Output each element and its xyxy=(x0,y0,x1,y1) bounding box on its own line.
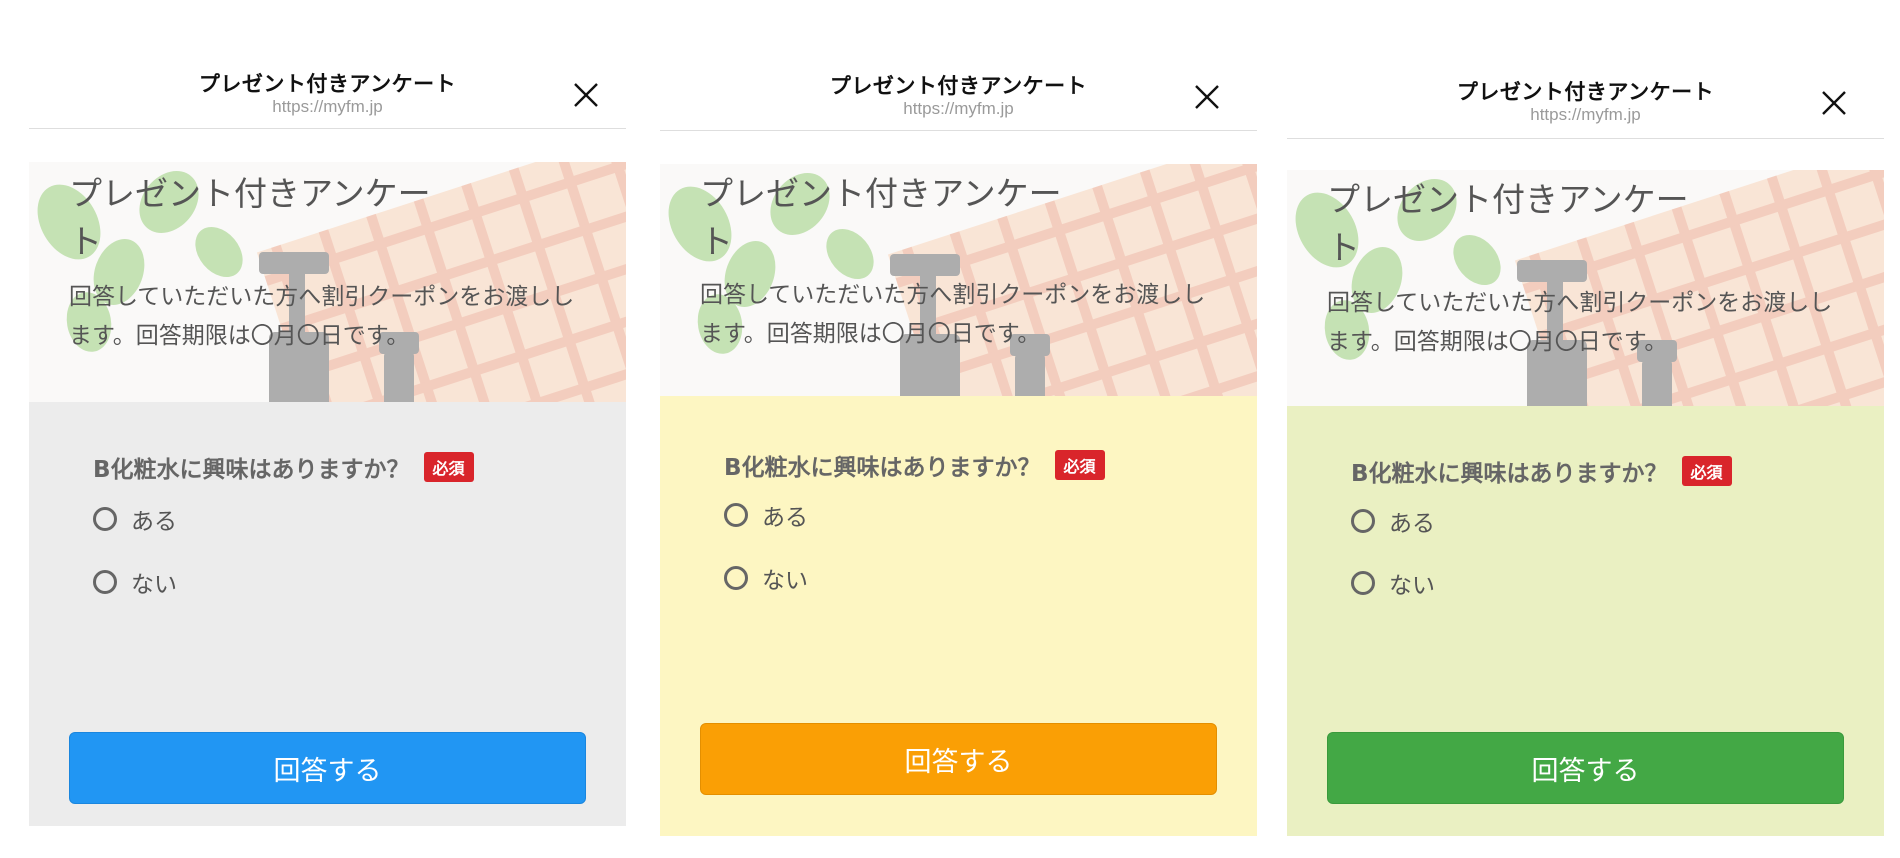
question-text: B化粧水に興味はありますか？ xyxy=(1351,461,1668,487)
option-aru[interactable]: ある xyxy=(724,498,808,532)
radio-icon[interactable] xyxy=(1351,509,1375,533)
hero-banner: プレゼント付きアンケー ト 回答していただいた方へ割引クーポンをお渡しします。回… xyxy=(660,164,1257,396)
question-label: B化粧水に興味はありますか？ 必須 xyxy=(724,448,1105,482)
close-icon[interactable] xyxy=(1192,82,1222,112)
modal-title: プレゼント付きアンケート xyxy=(829,74,1088,98)
radio-icon[interactable] xyxy=(93,570,117,594)
radio-icon[interactable] xyxy=(1351,571,1375,595)
hero-title: プレゼント付きアンケー ト xyxy=(1327,180,1689,267)
survey-panel-green: プレゼント付きアンケート https://myfm.jp プレゼント付きアンケー… xyxy=(1287,60,1884,836)
option-nai[interactable]: ない xyxy=(1351,566,1435,600)
question-text: B化粧水に興味はありますか？ xyxy=(93,457,410,483)
required-badge: 必須 xyxy=(1681,456,1732,486)
hero-banner: プレゼント付きアンケー ト 回答していただいた方へ割引クーポンをお渡しします。回… xyxy=(29,162,626,402)
submit-button[interactable]: 回答する xyxy=(700,723,1217,795)
modal-header: プレゼント付きアンケート https://myfm.jp xyxy=(29,52,626,134)
option-nai[interactable]: ない xyxy=(724,561,808,595)
option-nai[interactable]: ない xyxy=(93,565,177,599)
question-label: B化粧水に興味はありますか？ 必須 xyxy=(1351,454,1732,488)
modal-header: プレゼント付きアンケート https://myfm.jp xyxy=(1287,60,1884,142)
hero-description: 回答していただいた方へ割引クーポンをお渡しします。回答期限は〇月〇日です。 xyxy=(69,284,575,349)
hero-description: 回答していただいた方へ割引クーポンをお渡しします。回答期限は〇月〇日です。 xyxy=(700,282,1206,347)
radio-icon[interactable] xyxy=(724,503,748,527)
modal-header: プレゼント付きアンケート https://myfm.jp xyxy=(660,54,1257,136)
survey-panel-gray: プレゼント付きアンケート https://myfm.jp プレゼント付きアンケー… xyxy=(29,52,626,826)
radio-icon[interactable] xyxy=(724,566,748,590)
modal-title: プレゼント付きアンケート xyxy=(1456,80,1715,104)
option-label: ない xyxy=(762,568,808,594)
question-area: B化粧水に興味はありますか？ 必須 ある ない 回答する xyxy=(1287,406,1884,836)
close-icon[interactable] xyxy=(1819,88,1849,118)
hero-description: 回答していただいた方へ割引クーポンをお渡しします。回答期限は〇月〇日です。 xyxy=(1327,290,1833,355)
header-divider xyxy=(660,130,1257,131)
modal-url: https://myfm.jp xyxy=(1530,105,1641,124)
modal-url: https://myfm.jp xyxy=(903,99,1014,118)
hero-title: プレゼント付きアンケー ト xyxy=(69,174,431,261)
header-divider xyxy=(29,128,626,129)
radio-icon[interactable] xyxy=(93,507,117,531)
option-label: ある xyxy=(1389,511,1435,537)
option-label: ない xyxy=(1389,573,1435,599)
question-area: B化粧水に興味はありますか？ 必須 ある ない 回答する xyxy=(660,396,1257,836)
submit-button[interactable]: 回答する xyxy=(1327,732,1844,804)
hero-banner: プレゼント付きアンケー ト 回答していただいた方へ割引クーポンをお渡しします。回… xyxy=(1287,170,1884,406)
modal-url: https://myfm.jp xyxy=(272,97,383,116)
option-label: ある xyxy=(762,505,808,531)
option-aru[interactable]: ある xyxy=(93,502,177,536)
question-label: B化粧水に興味はありますか？ 必須 xyxy=(93,450,474,484)
question-text: B化粧水に興味はありますか？ xyxy=(724,455,1041,481)
header-divider xyxy=(1287,138,1884,139)
required-badge: 必須 xyxy=(1054,450,1105,480)
modal-title: プレゼント付きアンケート xyxy=(198,72,457,96)
required-badge: 必須 xyxy=(423,452,474,482)
option-label: ある xyxy=(131,509,177,535)
submit-button[interactable]: 回答する xyxy=(69,732,586,804)
question-area: B化粧水に興味はありますか？ 必須 ある ない 回答する xyxy=(29,402,626,826)
close-icon[interactable] xyxy=(571,80,601,110)
option-label: ない xyxy=(131,572,177,598)
option-aru[interactable]: ある xyxy=(1351,504,1435,538)
hero-title: プレゼント付きアンケー ト xyxy=(700,174,1062,261)
survey-panel-yellow: プレゼント付きアンケート https://myfm.jp プレゼント付きアンケー… xyxy=(660,54,1257,836)
